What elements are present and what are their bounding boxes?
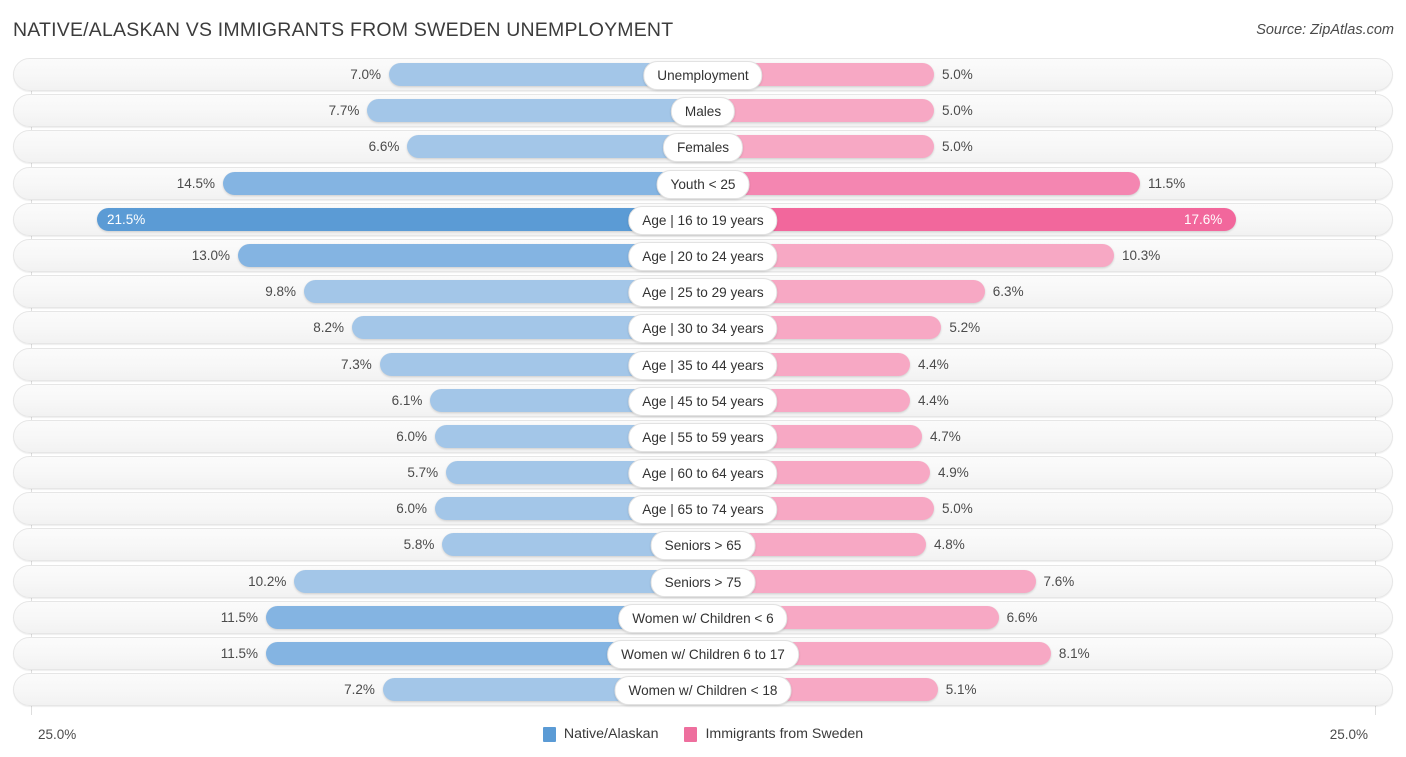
category-label[interactable]: Age | 20 to 24 years bbox=[628, 241, 778, 271]
bar-immigrants-sweden bbox=[703, 207, 1236, 231]
bar-native-alaskan bbox=[97, 207, 703, 231]
value-label-native-alaskan: 11.5% bbox=[220, 646, 258, 661]
category-label[interactable]: Females bbox=[662, 133, 744, 163]
value-label-native-alaskan: 7.2% bbox=[344, 682, 375, 698]
value-label-native-alaskan: 5.8% bbox=[403, 537, 435, 553]
category-label[interactable]: Seniors > 75 bbox=[650, 567, 756, 597]
value-label-native-alaskan: 14.5% bbox=[176, 175, 215, 191]
legend: Native/Alaskan Immigrants from Sweden bbox=[0, 726, 1406, 742]
chart-row: 10.2% 7.6% Seniors > 75 bbox=[0, 564, 1406, 598]
chart-row: 6.0% 5.0% Age | 65 to 74 years bbox=[0, 492, 1406, 526]
bar-native-alaskan bbox=[294, 569, 703, 593]
chart-footer: 25.0% 25.0% Native/Alaskan Immigrants fro… bbox=[0, 715, 1406, 757]
value-label-native-alaskan: 6.0% bbox=[396, 501, 427, 517]
chart-area: 7.0% 5.0% Unemployment 7.7% 5.0% Males 6.6% 5.0… bbox=[0, 58, 1406, 715]
value-label-native-alaskan: 8.2% bbox=[313, 320, 344, 336]
category-label[interactable]: Women w/ Children 6 to 17 bbox=[607, 640, 799, 669]
chart-rows: 7.0% 5.0% Unemployment 7.7% 5.0% Males 6.6% 5.0… bbox=[0, 58, 1406, 709]
value-label-immigrants-sweden: 6.3% bbox=[992, 284, 1024, 300]
value-label-native-alaskan: 7.3% bbox=[340, 356, 372, 372]
value-label-native-alaskan: 6.1% bbox=[391, 392, 423, 408]
value-label-immigrants-sweden: 4.4% bbox=[918, 356, 949, 372]
legend-swatch-icon bbox=[684, 726, 698, 742]
chart-row: 7.7% 5.0% Males bbox=[0, 94, 1406, 128]
category-label[interactable]: Women w/ Children < 6 bbox=[618, 603, 788, 633]
bar-native-alaskan bbox=[407, 135, 703, 159]
value-label-native-alaskan: 6.0% bbox=[396, 428, 427, 444]
value-label-immigrants-sweden: 8.1% bbox=[1058, 646, 1090, 661]
value-label-immigrants-sweden: 4.4% bbox=[918, 392, 949, 408]
value-label-immigrants-sweden: 5.0% bbox=[942, 501, 973, 517]
category-label[interactable]: Males bbox=[670, 97, 736, 127]
bar-native-alaskan bbox=[367, 99, 703, 123]
chart-row: 11.5% 6.6% Women w/ Children < 6 bbox=[0, 600, 1406, 634]
category-label[interactable]: Unemployment bbox=[643, 61, 763, 90]
category-label[interactable]: Age | 30 to 34 years bbox=[628, 314, 778, 344]
page-title: NATIVE/ALASKAN VS IMMIGRANTS FROM SWEDEN… bbox=[13, 19, 674, 41]
value-label-native-alaskan: 10.2% bbox=[248, 573, 287, 589]
chart-row: 5.7% 4.9% Age | 60 to 64 years bbox=[0, 456, 1406, 490]
value-label-native-alaskan: 7.0% bbox=[350, 67, 381, 82]
value-label-immigrants-sweden: 4.7% bbox=[930, 428, 961, 444]
chart-row: 21.5% 17.6% Age | 16 to 19 years bbox=[0, 202, 1406, 236]
legend-item[interactable]: Immigrants from Sweden bbox=[684, 726, 863, 742]
category-label[interactable]: Seniors > 65 bbox=[650, 531, 756, 561]
value-label-native-alaskan: 21.5% bbox=[107, 211, 146, 227]
chart-row: 6.1% 4.4% Age | 45 to 54 years bbox=[0, 383, 1406, 417]
bar-native-alaskan bbox=[223, 171, 703, 195]
value-label-immigrants-sweden: 17.6% bbox=[1184, 211, 1223, 227]
value-label-immigrants-sweden: 5.0% bbox=[942, 139, 973, 155]
category-label[interactable]: Youth < 25 bbox=[656, 169, 750, 199]
category-label[interactable]: Women w/ Children < 18 bbox=[614, 676, 792, 706]
bar-immigrants-sweden bbox=[703, 99, 934, 123]
chart-row: 7.2% 5.1% Women w/ Children < 18 bbox=[0, 673, 1406, 707]
value-label-immigrants-sweden: 5.0% bbox=[942, 67, 973, 82]
chart-row: 11.5% 8.1% Women w/ Children 6 to 17 bbox=[0, 637, 1406, 670]
chart-header: NATIVE/ALASKAN VS IMMIGRANTS FROM SWEDEN… bbox=[0, 0, 1406, 58]
chart-row: 6.0% 4.7% Age | 55 to 59 years bbox=[0, 419, 1406, 453]
chart-row: 13.0% 10.3% Age | 20 to 24 years bbox=[0, 238, 1406, 272]
value-label-immigrants-sweden: 5.1% bbox=[945, 682, 977, 698]
value-label-native-alaskan: 13.0% bbox=[191, 247, 230, 263]
value-label-immigrants-sweden: 4.8% bbox=[934, 537, 965, 553]
value-label-native-alaskan: 11.5% bbox=[220, 609, 258, 625]
value-label-native-alaskan: 5.7% bbox=[407, 465, 439, 481]
value-label-immigrants-sweden: 6.6% bbox=[1006, 609, 1038, 625]
category-label[interactable]: Age | 25 to 29 years bbox=[628, 278, 778, 308]
chart-row: 7.0% 5.0% Unemployment bbox=[0, 58, 1406, 91]
value-label-immigrants-sweden: 11.5% bbox=[1148, 175, 1186, 191]
value-label-immigrants-sweden: 5.2% bbox=[949, 320, 981, 336]
category-label[interactable]: Age | 45 to 54 years bbox=[628, 386, 778, 416]
value-label-native-alaskan: 7.7% bbox=[328, 103, 360, 119]
value-label-immigrants-sweden: 5.0% bbox=[942, 103, 973, 119]
category-label[interactable]: Age | 60 to 64 years bbox=[628, 459, 778, 489]
category-label[interactable]: Age | 35 to 44 years bbox=[628, 350, 778, 380]
legend-item[interactable]: Native/Alaskan bbox=[542, 726, 659, 742]
bar-immigrants-sweden bbox=[703, 171, 1140, 195]
chart-row: 9.8% 6.3% Age | 25 to 29 years bbox=[0, 275, 1406, 309]
source-note: Source: ZipAtlas.com bbox=[1256, 22, 1394, 38]
chart-row: 5.8% 4.8% Seniors > 65 bbox=[0, 528, 1406, 562]
legend-label: Immigrants from Sweden bbox=[705, 726, 864, 742]
chart-row: 7.3% 4.4% Age | 35 to 44 years bbox=[0, 347, 1406, 381]
category-label[interactable]: Age | 16 to 19 years bbox=[628, 205, 778, 235]
value-label-native-alaskan: 6.6% bbox=[368, 139, 400, 155]
category-label[interactable]: Age | 55 to 59 years bbox=[628, 422, 778, 452]
chart-row: 6.6% 5.0% Females bbox=[0, 130, 1406, 164]
chart-row: 8.2% 5.2% Age | 30 to 34 years bbox=[0, 311, 1406, 345]
chart-row: 14.5% 11.5% Youth < 25 bbox=[0, 166, 1406, 200]
value-label-immigrants-sweden: 7.6% bbox=[1043, 573, 1075, 589]
value-label-immigrants-sweden: 4.9% bbox=[938, 465, 969, 481]
value-label-native-alaskan: 9.8% bbox=[265, 284, 296, 300]
legend-label: Native/Alaskan bbox=[563, 726, 659, 742]
category-label[interactable]: Age | 65 to 74 years bbox=[628, 495, 778, 525]
legend-swatch-icon bbox=[542, 726, 556, 742]
value-label-immigrants-sweden: 10.3% bbox=[1122, 247, 1161, 263]
